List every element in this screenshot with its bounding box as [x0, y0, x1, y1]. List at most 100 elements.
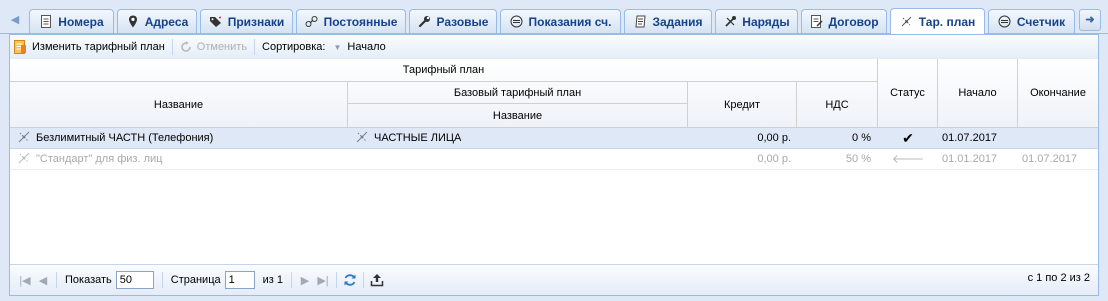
meter-icon [510, 15, 524, 29]
end-cell: 01.07.2017 [1022, 153, 1078, 165]
name-cell: Безлимитный ЧАСТН (Телефония) [18, 128, 348, 149]
edit-document-icon [14, 40, 27, 54]
tab-addresses[interactable]: Адреса [117, 9, 197, 33]
column-base-plan-name[interactable]: Название [348, 104, 688, 128]
status-replaced-icon: 🡐 [891, 152, 925, 166]
pager-separator [56, 272, 57, 288]
tab-scroll-right-button[interactable]: ➜ [1079, 9, 1101, 31]
pager-separator [336, 272, 337, 288]
tariff-icon [356, 130, 368, 143]
refresh-icon [343, 273, 357, 287]
paging-toolbar: |◀ ◀ Показать Страница из 1 ▶ ▶| с 1 по … [10, 264, 1098, 295]
column-group-tariff-plan: Тарифный план [10, 59, 878, 82]
first-page-button[interactable]: |◀ [16, 271, 34, 289]
credit-cell: 0,00 р. [757, 132, 791, 144]
last-page-icon: ▶| [317, 274, 329, 287]
tab-onetime[interactable]: Разовые [409, 9, 497, 33]
column-status[interactable]: Статус [878, 59, 938, 128]
toolbar-separator [254, 39, 256, 55]
sort-label: Сортировка: [262, 41, 326, 53]
table-row[interactable]: "Стандарт" для физ. лиц 0,00 р. 50 % 🡐 0… [10, 149, 1098, 170]
base-plan-name: ЧАСТНЫЕ ЛИЦА [374, 132, 462, 144]
cancel-label: Отменить [196, 41, 248, 53]
tags-icon [209, 15, 223, 29]
change-tariff-plan-label: Изменить тарифный план [32, 41, 165, 53]
tab-bar: ◀ Номера Адреса Признаки Постоянные Разо… [0, 0, 1108, 34]
status-active-icon: ✔ [902, 130, 914, 146]
tab-label: Показания сч. [528, 14, 612, 29]
next-page-button[interactable]: ▶ [296, 271, 314, 289]
tab-orders[interactable]: Наряды [715, 9, 798, 33]
undo-icon [180, 41, 192, 53]
pager-separator [291, 272, 292, 288]
map-pin-icon [126, 15, 140, 29]
tab-tasks[interactable]: Задания [624, 9, 712, 33]
vat-cell: 0 % [852, 132, 871, 144]
start-cell: 01.01.2017 [942, 153, 998, 165]
contract-icon [809, 15, 823, 29]
show-label: Показать [65, 274, 112, 286]
tools-icon [723, 15, 737, 29]
sort-value: Начало [347, 41, 386, 53]
column-end[interactable]: Окончание [1018, 59, 1098, 128]
tab-label: Номера [58, 14, 104, 29]
page-number-input[interactable] [224, 271, 255, 289]
column-name[interactable]: Название [10, 82, 348, 128]
refresh-button[interactable] [341, 271, 359, 289]
tariff-plan-panel: Изменить тарифный план Отменить Сортиров… [9, 34, 1099, 296]
plan-name: "Стандарт" для физ. лиц [36, 153, 163, 165]
tab-label: Задания [652, 14, 703, 29]
tasks-icon [633, 15, 647, 29]
pager-separator [363, 272, 364, 288]
sort-button[interactable]: ▼ Начало [329, 37, 389, 57]
credit-cell: 0,00 р. [757, 153, 791, 165]
tab-numbers[interactable]: Номера [29, 9, 114, 33]
plan-name: Безлимитный ЧАСТН (Телефония) [36, 132, 214, 144]
tab-label: Признаки [227, 14, 285, 29]
tab-scroll-left-button[interactable]: ◀ [8, 10, 22, 30]
tab-counter[interactable]: Счетчик [988, 9, 1075, 33]
vat-cell: 50 % [845, 153, 871, 165]
first-page-icon: |◀ [19, 274, 31, 287]
tab-label: Наряды [742, 14, 790, 29]
page-count-label: из 1 [262, 274, 283, 286]
tariff-icon [18, 130, 30, 143]
tab-attributes[interactable]: Признаки [200, 9, 293, 33]
page-size-input[interactable] [115, 271, 154, 289]
grid-header: Тарифный план Название Базовый тарифный … [10, 59, 1098, 128]
previous-page-icon: ◀ [38, 274, 48, 287]
next-page-icon: ▶ [300, 274, 310, 287]
tariff-icon [900, 15, 914, 29]
pager-separator [161, 272, 163, 288]
tab-meter-readings[interactable]: Показания сч. [500, 9, 621, 33]
column-credit[interactable]: Кредит [688, 82, 797, 128]
name-cell: "Стандарт" для физ. лиц [18, 149, 348, 170]
column-start[interactable]: Начало [938, 59, 1018, 128]
meter-icon [998, 15, 1012, 29]
tab-label: Адреса [144, 14, 189, 29]
tab-label: Тар. план [918, 14, 976, 29]
tab-contract[interactable]: Договор [801, 9, 887, 33]
export-button[interactable] [368, 271, 386, 289]
page-label: Страница [170, 274, 221, 286]
column-vat[interactable]: НДС [797, 82, 878, 128]
tab-permanent[interactable]: Постоянные [296, 9, 406, 33]
tab-label: Постоянные [323, 14, 398, 29]
tariff-icon [18, 151, 30, 164]
base-plan-cell: ЧАСТНЫЕ ЛИЦА [356, 128, 686, 149]
wrench-icon [418, 15, 432, 29]
column-group-base-plan: Базовый тарифный план [348, 82, 688, 104]
change-tariff-plan-button[interactable]: Изменить тарифный план [10, 37, 169, 57]
upload-icon [370, 273, 384, 287]
previous-page-button[interactable]: ◀ [34, 271, 52, 289]
toolbar-separator [171, 39, 173, 55]
tab-tariff-plan[interactable]: Тар. план [890, 8, 985, 34]
cancel-button[interactable]: Отменить [176, 37, 251, 57]
sort-down-icon: ▼ [333, 42, 342, 52]
last-page-button[interactable]: ▶| [314, 271, 332, 289]
table-row[interactable]: Безлимитный ЧАСТН (Телефония) ЧАСТНЫЕ ЛИ… [10, 128, 1098, 149]
end-cell [1022, 128, 1098, 149]
tab-label: Договор [828, 14, 879, 29]
base-plan-name [356, 149, 686, 170]
paging-info: с 1 по 2 из 2 [1027, 272, 1090, 284]
